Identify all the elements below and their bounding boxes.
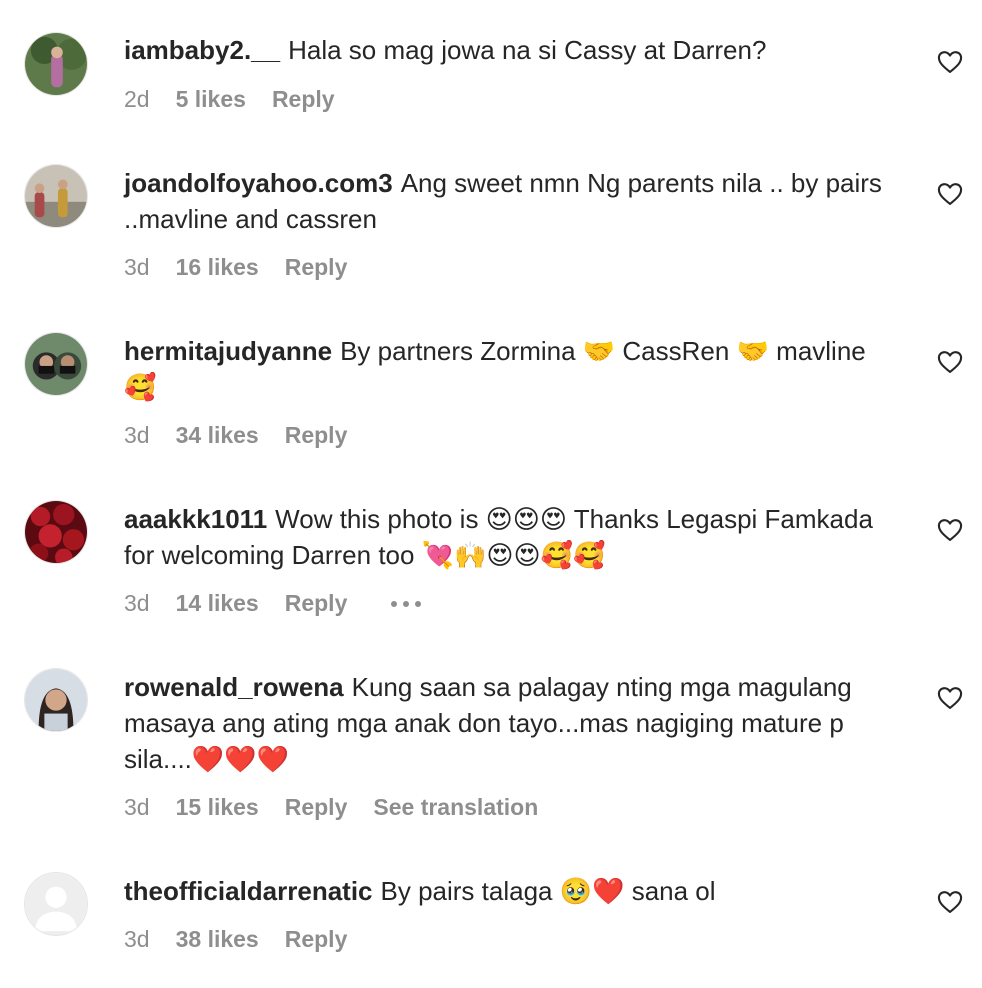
like-heart-icon[interactable] xyxy=(936,180,964,208)
comment-username[interactable]: iambaby2.__ xyxy=(124,35,280,65)
comment-time[interactable]: 3d xyxy=(124,422,150,449)
comment-text-block: aaakkk1011 Wow this photo is 😍😍😍 Thanks L… xyxy=(124,501,904,573)
avatar[interactable] xyxy=(24,500,88,564)
comment-username[interactable]: aaakkk1011 xyxy=(124,504,267,534)
comment-username[interactable]: joandolfoyahoo.com3 xyxy=(124,168,393,198)
like-heart-icon[interactable] xyxy=(936,684,964,712)
comment-username[interactable]: theofficialdarrenatic xyxy=(124,876,373,906)
like-heart-icon[interactable] xyxy=(936,888,964,916)
avatar[interactable] xyxy=(24,32,88,96)
comment-time[interactable]: 3d xyxy=(124,926,150,953)
comment-username[interactable]: rowenald_rowena xyxy=(124,672,344,702)
reply-button[interactable]: Reply xyxy=(285,422,348,449)
comment-likes[interactable]: 14 likes xyxy=(176,590,259,617)
comment-text-block: iambaby2.__ Hala so mag jowa na si Cassy … xyxy=(124,32,904,68)
comment-meta: 3d 16 likes Reply xyxy=(124,254,373,281)
comment-time[interactable]: 3d xyxy=(124,590,150,617)
comment-likes[interactable]: 16 likes xyxy=(176,254,259,281)
more-options-icon[interactable] xyxy=(391,600,422,607)
comment-likes[interactable]: 5 likes xyxy=(176,86,246,113)
comment-meta: 3d 14 likes Reply xyxy=(124,590,422,617)
like-heart-icon[interactable] xyxy=(936,48,964,76)
reply-button[interactable]: Reply xyxy=(285,590,348,617)
reply-button[interactable]: Reply xyxy=(285,254,348,281)
comment-time[interactable]: 3d xyxy=(124,794,150,821)
avatar[interactable] xyxy=(24,164,88,228)
avatar[interactable] xyxy=(24,332,88,396)
see-translation-button[interactable]: See translation xyxy=(373,794,538,821)
reply-button[interactable]: Reply xyxy=(272,86,335,113)
comment-text-block: joandolfoyahoo.com3 Ang sweet nmn Ng pare… xyxy=(124,165,904,237)
like-heart-icon[interactable] xyxy=(936,348,964,376)
avatar[interactable] xyxy=(24,668,88,732)
comment-text-block: theofficialdarrenatic By pairs talaga 🥹❤️… xyxy=(124,873,904,909)
comment-text-block: rowenald_rowena Kung saan sa palagay ntin… xyxy=(124,669,904,777)
comment-time[interactable]: 3d xyxy=(124,254,150,281)
comment-text: Hala so mag jowa na si Cassy at Darren? xyxy=(288,35,767,65)
comment-meta: 2d 5 likes Reply xyxy=(124,86,361,113)
comment-text: By pairs talaga 🥹❤️ sana ol xyxy=(380,876,716,906)
comment-meta: 3d 38 likes Reply xyxy=(124,926,373,953)
reply-button[interactable]: Reply xyxy=(285,794,348,821)
comment-likes[interactable]: 15 likes xyxy=(176,794,259,821)
like-heart-icon[interactable] xyxy=(936,516,964,544)
comment-likes[interactable]: 34 likes xyxy=(176,422,259,449)
reply-button[interactable]: Reply xyxy=(285,926,348,953)
comment-meta: 3d 34 likes Reply xyxy=(124,422,373,449)
comment-text-block: hermitajudyanne By partners Zormina 🤝 Cas… xyxy=(124,333,904,405)
comment-username[interactable]: hermitajudyanne xyxy=(124,336,332,366)
default-avatar[interactable] xyxy=(24,872,88,936)
comment-time[interactable]: 2d xyxy=(124,86,150,113)
comment-meta: 3d 15 likes Reply See translation xyxy=(124,794,564,821)
comment-likes[interactable]: 38 likes xyxy=(176,926,259,953)
